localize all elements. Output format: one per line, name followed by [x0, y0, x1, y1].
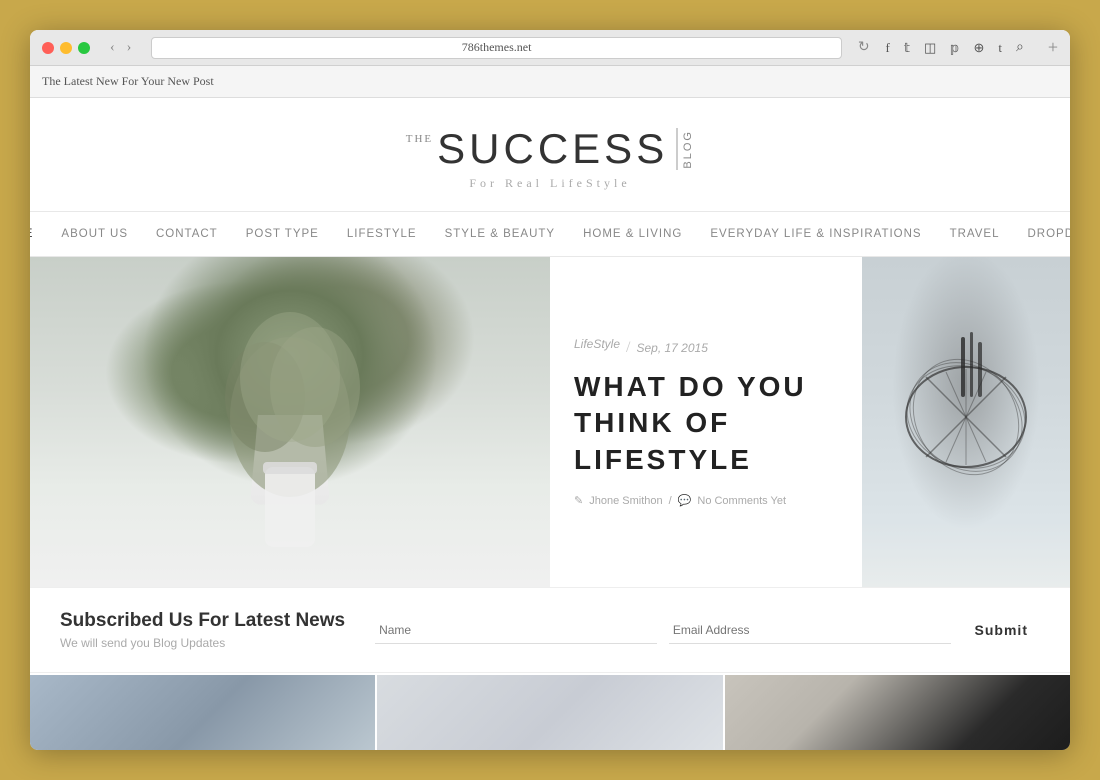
newsletter-submit-button[interactable]: Submit [963, 616, 1040, 644]
new-tab-button[interactable]: + [1032, 37, 1058, 58]
hero-date: Sep, 17 2015 [636, 341, 707, 355]
hero-author-meta: ✎ Jhone Smithon / 💬 No Comments Yet [574, 494, 786, 507]
maximize-button[interactable] [78, 42, 90, 54]
hero-category: LifeStyle [574, 337, 620, 351]
hero-center-content: LifeStyle / Sep, 17 2015 WHAT DO YOU THI… [550, 257, 862, 587]
browser-window: ‹ › 786themes.net ↻ f 𝕥 ◫ 𝕡 ⊕ t ⌕ + The … [30, 30, 1070, 750]
search-icon[interactable]: ⌕ [1016, 40, 1024, 56]
newsletter-section: Subscribed Us For Latest News We will se… [30, 587, 1070, 673]
circles-icon[interactable]: ⊕ [973, 40, 984, 56]
newsletter-name-input[interactable] [375, 617, 657, 644]
reload-icon[interactable]: ↻ [858, 39, 870, 56]
newsletter-form: Submit [375, 616, 1040, 644]
nav-item-everyday-life[interactable]: EVERYDAY LIFE & INSPIRATIONS [710, 228, 921, 240]
logo-success: SUCCESS [437, 128, 678, 170]
logo-container: THE SUCCESS BLOG [50, 128, 1050, 170]
browser-toolbar: The Latest New For Your New Post [30, 66, 1070, 98]
site-header: THE SUCCESS BLOG For Real LifeStyle [30, 98, 1070, 212]
basket-svg [862, 257, 1070, 587]
basket-image [862, 257, 1070, 587]
nav-item-home-living[interactable]: HOME & LIVING [583, 228, 682, 240]
newsletter-subtitle: We will send you Blog Updates [60, 636, 345, 650]
hero-separator: / [626, 339, 630, 357]
nav-item-about-us[interactable]: ABOUT US [61, 228, 128, 240]
hero-meta-row: LifeStyle / Sep, 17 2015 [574, 337, 708, 359]
newsletter-text: Subscribed Us For Latest News We will se… [60, 610, 345, 650]
newsletter-title: Subscribed Us For Latest News [60, 610, 345, 632]
website-content: THE SUCCESS BLOG For Real LifeStyle HOME… [30, 98, 1070, 750]
author-icon: ✎ [574, 494, 583, 507]
plant-image [30, 257, 550, 587]
logo-tagline: For Real LifeStyle [50, 176, 1050, 191]
thumbnail-2[interactable] [377, 675, 722, 750]
hero-author: Jhone Smithon [589, 495, 662, 507]
traffic-lights [42, 42, 90, 54]
facebook-icon[interactable]: f [886, 40, 890, 56]
thumbnail-1[interactable] [30, 675, 375, 750]
browser-social-actions: f 𝕥 ◫ 𝕡 ⊕ t ⌕ [886, 40, 1024, 56]
forward-arrow[interactable]: › [123, 38, 136, 58]
thumbnails-row [30, 673, 1070, 750]
newsletter-email-input[interactable] [669, 617, 951, 644]
nav-item-post-type[interactable]: POST TYPE [246, 228, 319, 240]
pinterest-icon[interactable]: 𝕡 [950, 40, 959, 56]
nav-item-contact[interactable]: CONTACT [156, 228, 218, 240]
nav-item-style-beauty[interactable]: STYLE & BEAUTY [445, 228, 556, 240]
browser-navigation: ‹ › [106, 38, 135, 58]
hero-section: LifeStyle / Sep, 17 2015 WHAT DO YOU THI… [30, 257, 1070, 587]
back-arrow[interactable]: ‹ [106, 38, 119, 58]
twitter-icon[interactable]: 𝕥 [904, 40, 910, 56]
nav-item-lifestyle[interactable]: LIFESTYLE [347, 228, 417, 240]
comment-icon: 💬 [678, 494, 692, 507]
toolbar-nav-text: The Latest New For Your New Post [42, 74, 214, 89]
hero-left-image [30, 257, 550, 587]
instagram-icon[interactable]: ◫ [924, 40, 936, 56]
url-text: 786themes.net [462, 40, 532, 55]
nav-item-travel[interactable]: TRAVEL [950, 228, 1000, 240]
hero-right-image [862, 257, 1070, 587]
minimize-button[interactable] [60, 42, 72, 54]
address-bar[interactable]: 786themes.net [151, 37, 841, 59]
plant-svg [30, 257, 550, 587]
logo-blog: BLOG [682, 130, 694, 169]
nav-item-dropdown[interactable]: DROPDOWN [1027, 228, 1070, 240]
site-navigation: HOME ABOUT US CONTACT POST TYPE LIFESTYL… [30, 212, 1070, 257]
logo-the: THE [406, 134, 433, 145]
close-button[interactable] [42, 42, 54, 54]
nav-item-home[interactable]: HOME [30, 228, 33, 240]
meta-separator: / [669, 495, 672, 507]
hero-title: WHAT DO YOU THINK OF LIFESTYLE [574, 369, 838, 478]
tumblr-icon[interactable]: t [998, 40, 1002, 56]
thumbnail-3[interactable] [725, 675, 1070, 750]
hero-comments: No Comments Yet [697, 495, 786, 507]
browser-titlebar: ‹ › 786themes.net ↻ f 𝕥 ◫ 𝕡 ⊕ t ⌕ + [30, 30, 1070, 66]
